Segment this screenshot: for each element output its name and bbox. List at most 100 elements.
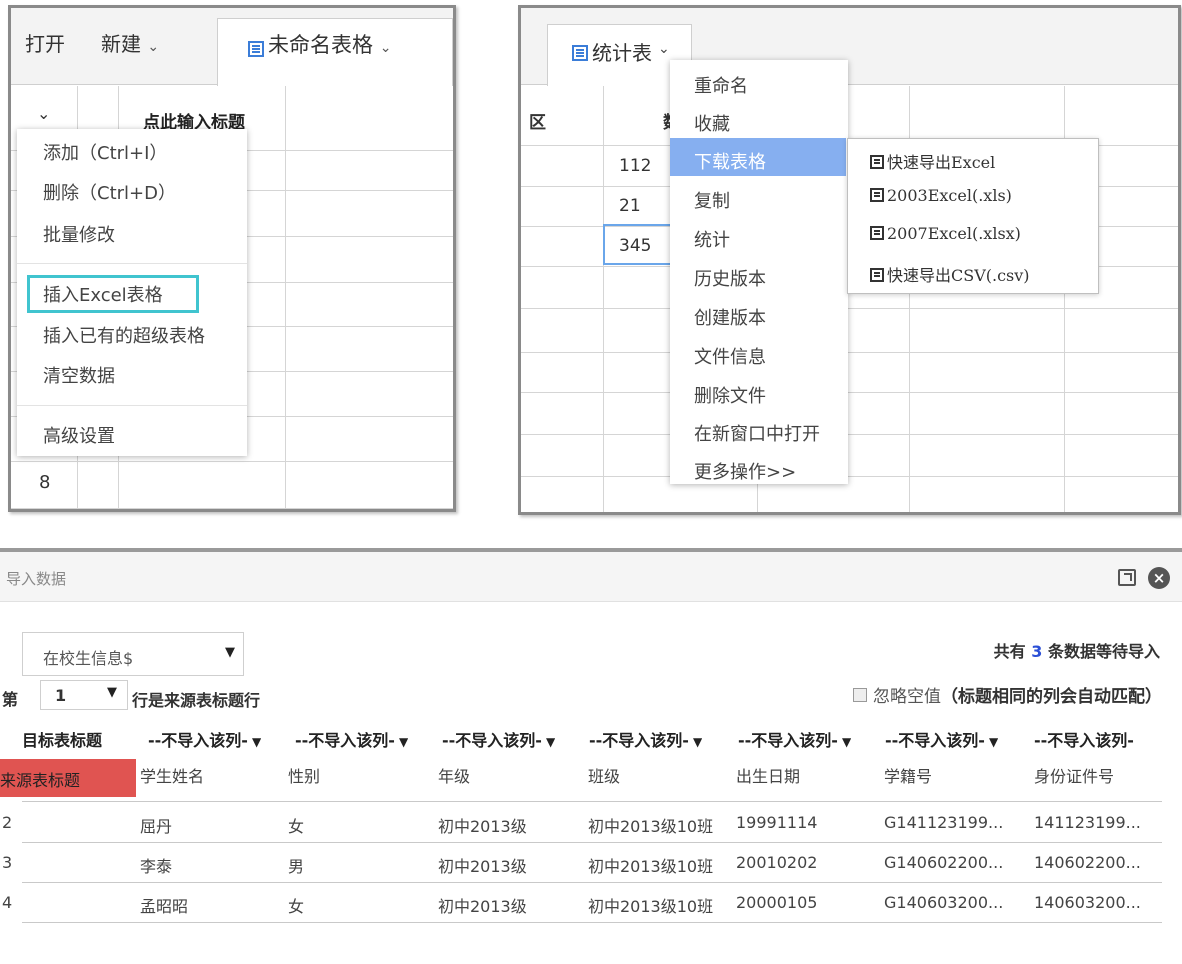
menu-item-insert-existing-table[interactable]: 插入已有的超级表格 [43, 322, 205, 348]
source-header: 班级 [588, 767, 621, 786]
menu-item-file-info[interactable]: 文件信息 [694, 343, 766, 369]
table-cell: G140603200... [884, 893, 1004, 912]
menu-item-insert-excel[interactable]: 插入Excel表格 [43, 281, 163, 307]
table-cell: 男 [288, 857, 305, 876]
dropdown-arrow-icon: ▼ [545, 735, 556, 749]
menu-item-history[interactable]: 历史版本 [694, 265, 766, 291]
table-cell: 141123199... [1034, 813, 1141, 832]
column-select[interactable]: --不导入该列- ▼ [885, 727, 998, 751]
grid-line [285, 86, 286, 509]
dropdown-arrow-icon: ▼ [692, 735, 703, 749]
row-divider [22, 882, 1162, 883]
column-select-value: --不导入该列- [738, 731, 838, 750]
source-header: 年级 [438, 767, 471, 786]
table-cell: 李泰 [140, 857, 173, 876]
submenu-label: 快速导出Excel [887, 153, 996, 172]
sheet-icon [248, 41, 264, 57]
cell-value[interactable]: 112 [619, 156, 651, 176]
table-cell: 3 [2, 853, 13, 872]
grid-line [521, 476, 1178, 477]
menu-item-statistics[interactable]: 统计 [694, 226, 730, 252]
column-select[interactable]: --不导入该列- [1034, 727, 1162, 751]
menu-item-delete[interactable]: 删除（Ctrl+D） [43, 179, 176, 205]
table-cell: G141123199... [884, 813, 1004, 832]
pending-prefix: 共有 [993, 642, 1026, 661]
chevron-down-icon: ⌄ [147, 39, 160, 55]
row-context-menu: 添加（Ctrl+I） 删除（Ctrl+D） 批量修改 插入Excel表格 插入已… [17, 129, 247, 456]
spreadsheet-panel-2: 统计表 ⌄ 区 数 112 21 345 重命名 收藏 下载表格 复制 统计 历… [518, 5, 1181, 515]
column-select[interactable]: --不导入该列- ▼ [589, 727, 702, 751]
column-select-value: --不导入该列- [885, 731, 985, 750]
header-row-value: 1 [55, 686, 67, 705]
menu-item-copy[interactable]: 复制 [694, 187, 730, 213]
table-cell: 女 [288, 817, 305, 836]
menu-item-batch-edit[interactable]: 批量修改 [43, 221, 115, 247]
row-menu-chevron-icon[interactable]: ⌄ [37, 104, 50, 123]
header-row-select[interactable]: 1 ▼ [40, 680, 128, 710]
column-select[interactable]: --不导入该列- ▼ [738, 727, 851, 751]
menu-item-delete-file[interactable]: 删除文件 [694, 382, 766, 408]
sheet-select[interactable]: 在校生信息$ ▼ [22, 632, 244, 676]
submenu-item-quick-excel[interactable]: 快速导出Excel [870, 149, 995, 173]
download-submenu: 快速导出Excel 2003Excel(.xls) 2007Excel(.xls… [847, 138, 1099, 294]
column-select-value: --不导入该列- [1034, 731, 1134, 750]
import-data-dialog: 导入数据 × 在校生信息$ ▼ 共有 3 条数据等待导入 第 1 ▼ 行是来源表… [0, 548, 1182, 964]
close-icon[interactable]: × [1148, 567, 1170, 589]
cell-value[interactable]: 21 [619, 196, 641, 216]
file-context-menu: 重命名 收藏 下载表格 复制 统计 历史版本 创建版本 文件信息 删除文件 在新… [670, 60, 848, 484]
column-select-value: --不导入该列- [442, 731, 542, 750]
pending-suffix: 条数据等待导入 [1047, 642, 1160, 661]
row-divider [22, 801, 1162, 802]
spreadsheet-panel-1: 打开 新建 ⌄ 未命名表格 ⌄ ⌄ 点此输入标题 8 添加（Ctrl+I） 删除… [8, 5, 456, 512]
grid-line [603, 86, 604, 512]
ignore-empty-note: （标题相同的列会自动匹配） [941, 687, 1162, 707]
chevron-down-icon: ⌄ [379, 40, 392, 56]
submenu-item-csv[interactable]: 快速导出CSV(.csv) [870, 262, 1030, 286]
checkbox[interactable] [853, 688, 867, 702]
open-button[interactable]: 打开 [25, 28, 65, 57]
column-select[interactable]: --不导入该列- ▼ [442, 727, 555, 751]
menu-item-open-new-window[interactable]: 在新窗口中打开 [694, 420, 820, 446]
table-cell: G140602200... [884, 853, 1004, 872]
menu-item-more[interactable]: 更多操作>> [694, 458, 796, 484]
menu-item-favorite[interactable]: 收藏 [694, 110, 730, 136]
column-select[interactable]: --不导入该列- ▼ [148, 727, 261, 751]
document-title: 统计表 [592, 41, 652, 65]
table-cell: 初中2013级10班 [588, 897, 714, 916]
document-tab[interactable]: 未命名表格 ⌄ [217, 18, 453, 86]
dropdown-arrow-icon: ▼ [107, 685, 117, 700]
row-prefix: 第 [2, 690, 19, 709]
menu-item-create-version[interactable]: 创建版本 [694, 304, 766, 330]
source-header: 性别 [288, 767, 321, 786]
dropdown-arrow-icon: ▼ [251, 735, 262, 749]
table-cell: 初中2013级 [438, 857, 527, 876]
column-select-value: --不导入该列- [148, 731, 248, 750]
menu-item-advanced-settings[interactable]: 高级设置 [43, 422, 115, 448]
ignore-empty-option[interactable]: 忽略空值（标题相同的列会自动匹配） [853, 682, 1162, 707]
menu-item-download[interactable]: 下载表格 [694, 148, 766, 174]
sheet-select-value: 在校生信息$ [43, 649, 134, 668]
table-cell: 140602200... [1034, 853, 1141, 872]
column-select[interactable]: --不导入该列- ▼ [295, 727, 408, 751]
grid-line [521, 308, 1178, 309]
dialog-titlebar: 导入数据 × [0, 552, 1182, 602]
cell-value[interactable]: 345 [619, 236, 651, 256]
sheet-icon [870, 155, 884, 169]
submenu-label: 2003Excel(.xls) [887, 186, 1012, 205]
target-header-row: 目标表标题 --不导入该列- ▼ --不导入该列- ▼ --不导入该列- ▼ --不导… [22, 727, 1162, 757]
menu-item-clear-data[interactable]: 清空数据 [43, 362, 115, 388]
menu-item-rename[interactable]: 重命名 [694, 72, 748, 98]
sheet-icon [572, 45, 588, 61]
source-label: 来源表标题 [0, 759, 136, 797]
menu-divider [17, 263, 247, 264]
table-cell: 初中2013级10班 [588, 857, 714, 876]
new-button[interactable]: 新建 ⌄ [101, 28, 159, 57]
row-divider [22, 842, 1162, 843]
restore-icon[interactable] [1118, 569, 1136, 586]
menu-item-add[interactable]: 添加（Ctrl+I） [43, 139, 167, 165]
submenu-item-xlsx[interactable]: 2007Excel(.xlsx) [870, 224, 1021, 243]
dropdown-arrow-icon: ▼ [398, 735, 409, 749]
menu-divider [17, 405, 247, 406]
sheet-icon [870, 268, 884, 282]
submenu-item-xls[interactable]: 2003Excel(.xls) [870, 186, 1012, 205]
